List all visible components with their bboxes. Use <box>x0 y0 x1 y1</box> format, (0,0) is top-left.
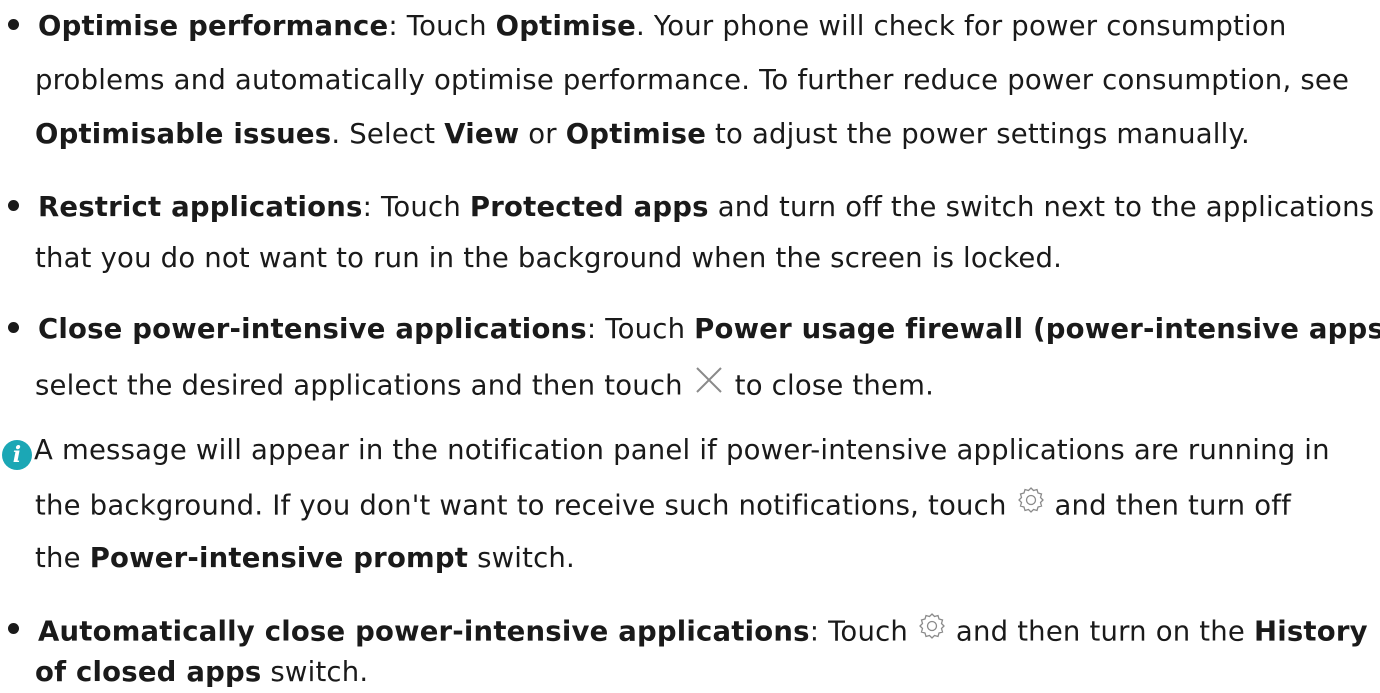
line-2: problems and automatically optimise perf… <box>35 64 1350 96</box>
item-title: Optimise performance <box>38 10 389 42</box>
item-title: Close power-intensive applications <box>38 313 587 345</box>
text: the <box>35 542 90 574</box>
optimisable-issues-label: Optimisable issues <box>35 118 332 150</box>
line-1: Restrict applications: Touch Protected a… <box>38 191 1374 223</box>
text: the background. If you don't want to rec… <box>35 489 1016 522</box>
text: : Touch <box>388 10 496 42</box>
text: : Touch <box>809 615 917 648</box>
text: switch. <box>261 656 369 688</box>
line-2: of closed apps switch. <box>35 656 368 688</box>
gear-icon <box>1016 485 1046 522</box>
text: switch. <box>468 542 575 574</box>
note-line-2: the background. If you don't want to rec… <box>35 485 1292 525</box>
text: . Select <box>331 118 445 150</box>
gear-icon <box>917 611 947 648</box>
text: and then turn off <box>1045 489 1292 522</box>
history-label: History <box>1253 615 1368 648</box>
text: : Touch <box>362 191 470 223</box>
item-title: Automatically close power-intensive appl… <box>38 615 810 648</box>
line-2: that you do not want to run in the backg… <box>35 242 1063 274</box>
bullet-dot <box>8 200 19 211</box>
closed-apps-label: of closed apps <box>35 656 262 688</box>
view-label: View <box>444 118 520 150</box>
note-line-1: A message will appear in the notificatio… <box>34 434 1330 466</box>
optimise-label: Optimise <box>495 10 636 42</box>
bullet-dot <box>8 19 19 30</box>
item-title: Restrict applications <box>38 191 363 223</box>
text: : Touch <box>586 313 695 345</box>
line-2: select the desired applications and then… <box>35 366 934 407</box>
protected-apps-label: Protected apps <box>469 191 709 223</box>
text: select the desired applications and then… <box>35 369 692 402</box>
note-line-3: the Power-intensive prompt switch. <box>35 542 575 574</box>
text: . Your phone will check for power consum… <box>636 10 1287 42</box>
info-icon: i <box>2 440 32 470</box>
text: and turn off the switch next to the appl… <box>708 191 1375 223</box>
line-1: Automatically close power-intensive appl… <box>38 611 1368 651</box>
text: to close them. <box>725 369 935 402</box>
text: to adjust the power settings manually. <box>706 118 1250 150</box>
line-1: Close power-intensive applications: Touc… <box>38 313 1380 345</box>
line-3: Optimisable issues. Select View or Optim… <box>35 118 1250 150</box>
text: or <box>519 118 566 150</box>
power-usage-firewall-label: Power usage firewall (power-intensive ap… <box>694 313 1380 345</box>
bullet-dot <box>8 322 19 333</box>
power-intensive-prompt-label: Power-intensive prompt <box>89 542 469 574</box>
optimise-label: Optimise <box>565 118 707 150</box>
bullet-dot <box>8 623 19 634</box>
text: and then turn on the <box>946 615 1254 648</box>
line-1: Optimise performance: Touch Optimise. Yo… <box>38 10 1286 42</box>
close-x-icon <box>692 363 726 404</box>
